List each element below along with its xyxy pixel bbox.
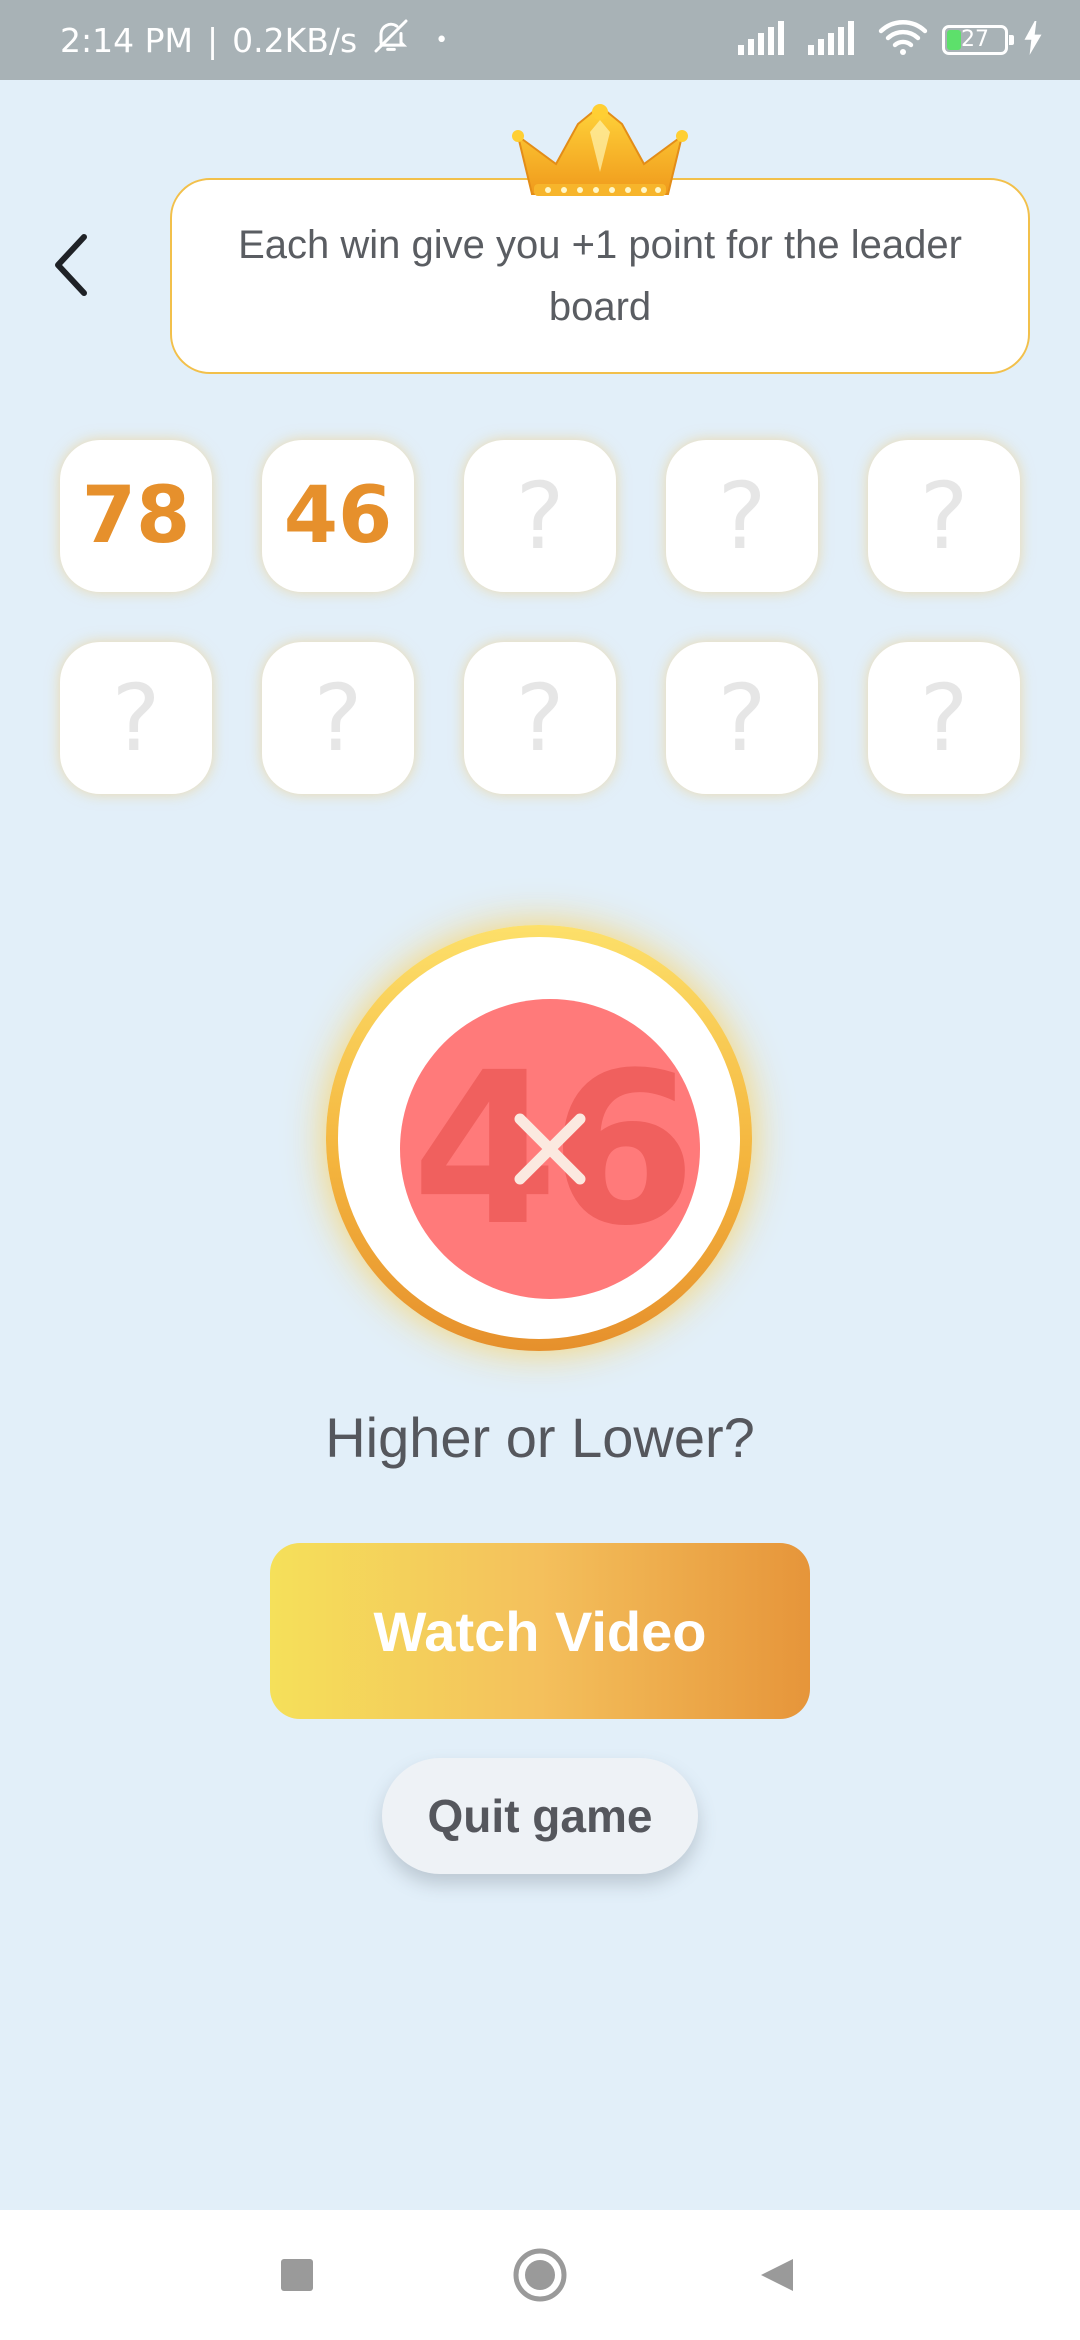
navigation-bar (0, 2210, 1080, 2340)
back-arrow-icon (55, 234, 87, 296)
status-bar: 2:14 PM | 0.2KB/s • 27 (0, 0, 1080, 80)
result-circle: 46 (326, 925, 752, 1351)
home-circle-icon (513, 2248, 567, 2302)
close-icon (510, 1109, 590, 1189)
recents-square-icon (281, 2259, 313, 2291)
signal-icon (738, 21, 794, 59)
number-card-grid: 78 46 ? ? ? ? ? ? ? ? (60, 440, 1020, 794)
hidden-card: ? (60, 642, 212, 794)
result-disc: 46 (400, 999, 700, 1299)
number-card: 78 (60, 440, 212, 592)
back-button[interactable] (42, 225, 98, 305)
hidden-card: ? (666, 440, 818, 592)
nav-back-button[interactable] (717, 2210, 837, 2340)
home-button[interactable] (480, 2210, 600, 2340)
signal-icon (808, 21, 864, 59)
hidden-card: ? (868, 440, 1020, 592)
hidden-card: ? (262, 642, 414, 794)
quit-game-label: Quit game (427, 1790, 653, 1842)
quit-game-button[interactable]: Quit game (382, 1758, 698, 1874)
watch-video-label: Watch Video (373, 1599, 707, 1663)
hidden-card: ? (464, 642, 616, 794)
status-left: 2:14 PM | 0.2KB/s • (60, 0, 448, 80)
status-right: 27 (738, 0, 1044, 80)
number-card: 46 (262, 440, 414, 592)
network-speed: 0.2KB/s (232, 20, 358, 60)
wifi-icon (878, 18, 928, 62)
battery-fill (947, 30, 961, 50)
battery-icon: 27 (942, 25, 1014, 55)
watch-video-button[interactable]: Watch Video (270, 1543, 810, 1719)
back-triangle-icon (761, 2259, 793, 2291)
recents-button[interactable] (237, 2210, 357, 2340)
crown-icon (508, 102, 692, 202)
status-time: 2:14 PM (60, 20, 193, 60)
hidden-card: ? (464, 440, 616, 592)
leaderboard-info-box: Each win give you +1 point for the leade… (170, 178, 1030, 374)
hidden-card: ? (868, 642, 1020, 794)
hidden-card: ? (666, 642, 818, 794)
battery-level: 27 (961, 27, 989, 52)
bell-muted-icon (371, 16, 411, 64)
status-dot: • (435, 27, 449, 53)
status-separator: | (206, 20, 219, 60)
question-text: Higher or Lower? (325, 1406, 755, 1469)
leaderboard-info-text: Each win give you +1 point for the leade… (238, 223, 962, 329)
charging-icon (1022, 21, 1044, 59)
result-inner-ring: 46 (338, 937, 740, 1339)
